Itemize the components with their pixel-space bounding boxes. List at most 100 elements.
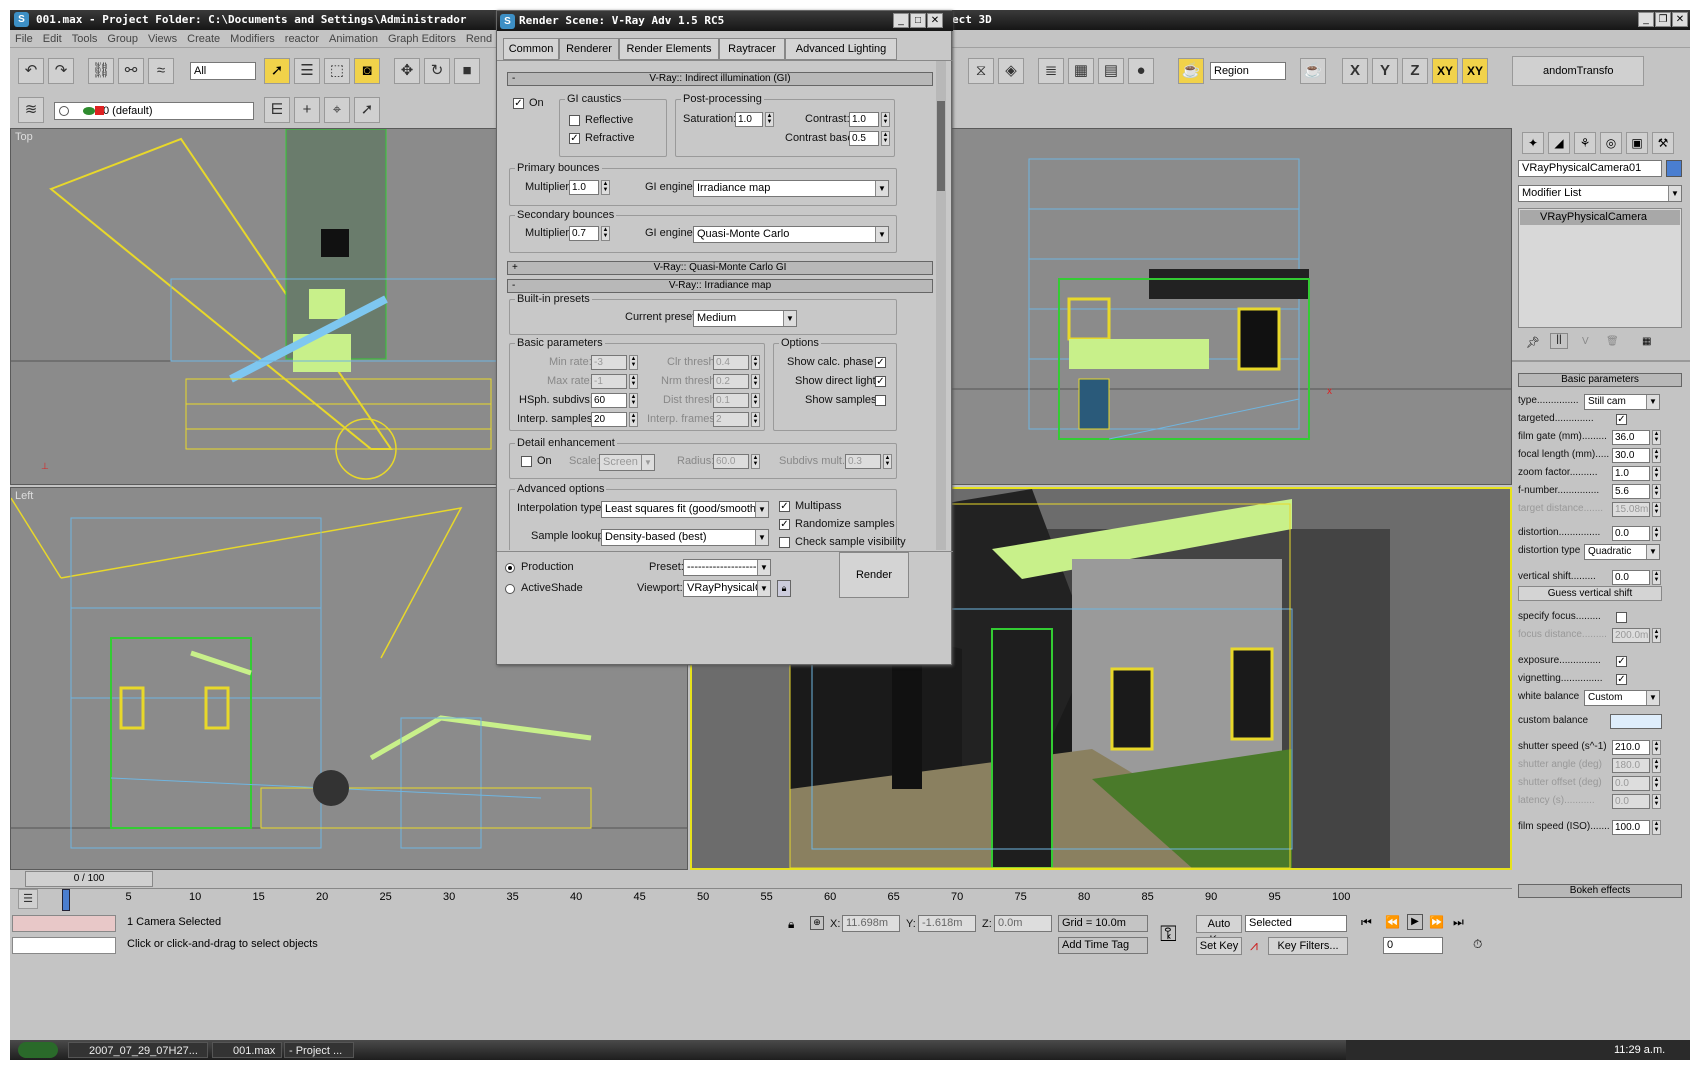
- render-type-dropdown[interactable]: Region: [1210, 62, 1286, 80]
- min-rate-spinner[interactable]: ▲ ▼: [629, 355, 638, 370]
- randomize-samples-checkbox[interactable]: ✓: [779, 519, 790, 530]
- nrm-thresh-spinner[interactable]: ▲ ▼: [751, 374, 760, 389]
- hierarchy-tab-icon[interactable]: ⚘: [1574, 132, 1596, 154]
- film-speed-iso-spinner[interactable]: ▲ ▼: [1652, 820, 1661, 835]
- move-icon[interactable]: ✥: [394, 58, 420, 84]
- vertical-shift-spinner[interactable]: ▲ ▼: [1652, 570, 1661, 585]
- focus-distance-spinner[interactable]: ▲ ▼: [1652, 628, 1661, 643]
- time-slider[interactable]: 0 / 100: [25, 871, 153, 887]
- layer-dropdown[interactable]: 0 (default): [54, 102, 254, 120]
- zoom-factor-spinner[interactable]: ▲ ▼: [1652, 466, 1661, 481]
- interp-frames-field[interactable]: 2: [713, 412, 749, 427]
- redo-icon[interactable]: ↷: [48, 58, 74, 84]
- show-end-result-icon[interactable]: ||: [1550, 333, 1568, 349]
- guess-vertical-shift-button[interactable]: Guess vertical shift: [1518, 586, 1662, 601]
- taskbar-item-project[interactable]: - Project ...: [284, 1042, 354, 1058]
- eye-icon[interactable]: [59, 106, 69, 116]
- modify-tab-icon[interactable]: ◢: [1548, 132, 1570, 154]
- modifier-stack[interactable]: VRayPhysicalCamera: [1518, 208, 1682, 328]
- film-speed-iso-field[interactable]: 100.0: [1612, 820, 1650, 835]
- make-unique-icon[interactable]: V: [1582, 336, 1589, 347]
- scrollbar-thumb[interactable]: [937, 101, 945, 191]
- new-layer-icon[interactable]: ⋿: [264, 97, 290, 123]
- axis-x-icon[interactable]: X: [1342, 58, 1368, 84]
- x-coord-field[interactable]: 11.698m: [842, 915, 900, 932]
- secondary-engine-dropdown[interactable]: Quasi-Monte Carlo ▼: [693, 226, 889, 243]
- axis-xy-icon[interactable]: XY: [1432, 58, 1458, 84]
- schematic-icon[interactable]: ▤: [1098, 58, 1124, 84]
- focal-length-mm-field[interactable]: 30.0: [1612, 448, 1650, 463]
- menu-item-graph-editors[interactable]: Graph Editors: [383, 30, 461, 48]
- set-key-button[interactable]: Set Key: [1196, 937, 1242, 955]
- align-icon[interactable]: ◈: [998, 58, 1024, 84]
- bind-spacewarp-icon[interactable]: ≈: [148, 58, 174, 84]
- film-gate-mm-spinner[interactable]: ▲ ▼: [1652, 430, 1661, 445]
- zoom-factor-field[interactable]: 1.0: [1612, 466, 1650, 481]
- teapot-icon[interactable]: [83, 107, 95, 115]
- layers-icon[interactable]: ≣: [1038, 58, 1064, 84]
- object-color-swatch[interactable]: [1666, 160, 1682, 177]
- dist-thresh-spinner[interactable]: ▲ ▼: [751, 393, 760, 408]
- set-current-layer-icon[interactable]: ➚: [354, 97, 380, 123]
- vertical-shift-field[interactable]: 0.0: [1612, 570, 1650, 585]
- f-number-spinner[interactable]: ▲ ▼: [1652, 484, 1661, 499]
- current-frame-field[interactable]: 0: [1383, 937, 1443, 954]
- radius-spinner[interactable]: ▲ ▼: [751, 454, 760, 469]
- create-tab-icon[interactable]: ✦: [1522, 132, 1544, 154]
- lock-viewport-icon[interactable]: 🔒︎: [777, 580, 791, 597]
- display-tab-icon[interactable]: ▣: [1626, 132, 1648, 154]
- play-icon[interactable]: ▶: [1407, 914, 1423, 930]
- named-selection-button[interactable]: andomTransfo: [1512, 56, 1644, 86]
- select-object-icon[interactable]: ➚: [264, 58, 290, 84]
- distortion-field[interactable]: 0.0: [1612, 526, 1650, 541]
- mirror-icon[interactable]: ⧖: [968, 58, 994, 84]
- stack-item[interactable]: VRayPhysicalCamera: [1520, 210, 1680, 225]
- hsph-subdivs-spinner[interactable]: ▲ ▼: [629, 393, 638, 408]
- saturation-spinner[interactable]: ▲ ▼: [765, 112, 774, 127]
- min-rate-field[interactable]: -3: [591, 355, 627, 370]
- max-rate-field[interactable]: -1: [591, 374, 627, 389]
- shutter-angle-deg-spinner[interactable]: ▲ ▼: [1652, 758, 1661, 773]
- tab-raytracer[interactable]: Raytracer: [719, 38, 785, 60]
- pin-stack-icon[interactable]: 📌︎: [1526, 336, 1540, 349]
- next-frame-icon[interactable]: ⏩: [1429, 915, 1444, 929]
- custom-balance-swatch[interactable]: [1610, 714, 1662, 729]
- y-coord-field[interactable]: -1.618m: [918, 915, 976, 932]
- check-sample-visibility-checkbox[interactable]: [779, 537, 790, 548]
- f-number-field[interactable]: 5.6: [1612, 484, 1650, 499]
- contrast-field[interactable]: 1.0: [849, 112, 879, 127]
- axis-xy-cycle-icon[interactable]: XY: [1462, 58, 1488, 84]
- tab-common[interactable]: Common: [503, 38, 559, 60]
- restore-button[interactable]: ❐: [1655, 12, 1671, 27]
- key-icon[interactable]: ⚿: [1160, 921, 1177, 947]
- menu-item-modifiers[interactable]: Modifiers: [225, 30, 280, 48]
- production-radio[interactable]: [505, 563, 515, 573]
- auto-key-button[interactable]: Auto Key: [1196, 915, 1242, 946]
- mini-curve-editor-icon[interactable]: ☰: [18, 889, 38, 909]
- contrast-spinner[interactable]: ▲ ▼: [881, 112, 890, 127]
- shutter-speed-s-1-spinner[interactable]: ▲ ▼: [1652, 740, 1661, 755]
- latency-s-field[interactable]: 0.0: [1612, 794, 1650, 809]
- menu-item-views[interactable]: Views: [143, 30, 182, 48]
- add-to-layer-icon[interactable]: +: [294, 97, 320, 123]
- gi-rollout-header[interactable]: - V-Ray:: Indirect illumination (GI): [507, 72, 933, 86]
- layer-manager-icon[interactable]: ≋: [18, 97, 44, 123]
- menu-item-rend[interactable]: Rend: [461, 30, 497, 48]
- multipass-checkbox[interactable]: ✓: [779, 501, 790, 512]
- select-by-name-icon[interactable]: ☰: [294, 58, 320, 84]
- shutter-offset-deg-spinner[interactable]: ▲ ▼: [1652, 776, 1661, 791]
- prev-frame-icon[interactable]: ⏪: [1385, 915, 1400, 929]
- target-distance-field[interactable]: 15.08m: [1612, 502, 1650, 517]
- specify-focus-checkbox[interactable]: [1616, 612, 1627, 623]
- dialog-close-button[interactable]: ✕: [927, 13, 943, 28]
- primary-multiplier-field[interactable]: 1.0: [569, 180, 599, 195]
- axis-y-icon[interactable]: Y: [1372, 58, 1398, 84]
- qmc-rollout-header[interactable]: + V-Ray:: Quasi-Monte Carlo GI: [507, 261, 933, 275]
- tab-advanced-lighting[interactable]: Advanced Lighting: [785, 38, 897, 60]
- maxscript-listener[interactable]: [12, 915, 116, 932]
- taskbar-item-max[interactable]: 001.max: [212, 1042, 282, 1058]
- radius-field[interactable]: 60.0: [713, 454, 749, 469]
- film-gate-mm-field[interactable]: 36.0: [1612, 430, 1650, 445]
- dialog-minimize-button[interactable]: _: [893, 13, 909, 28]
- menu-item-tools[interactable]: Tools: [67, 30, 103, 48]
